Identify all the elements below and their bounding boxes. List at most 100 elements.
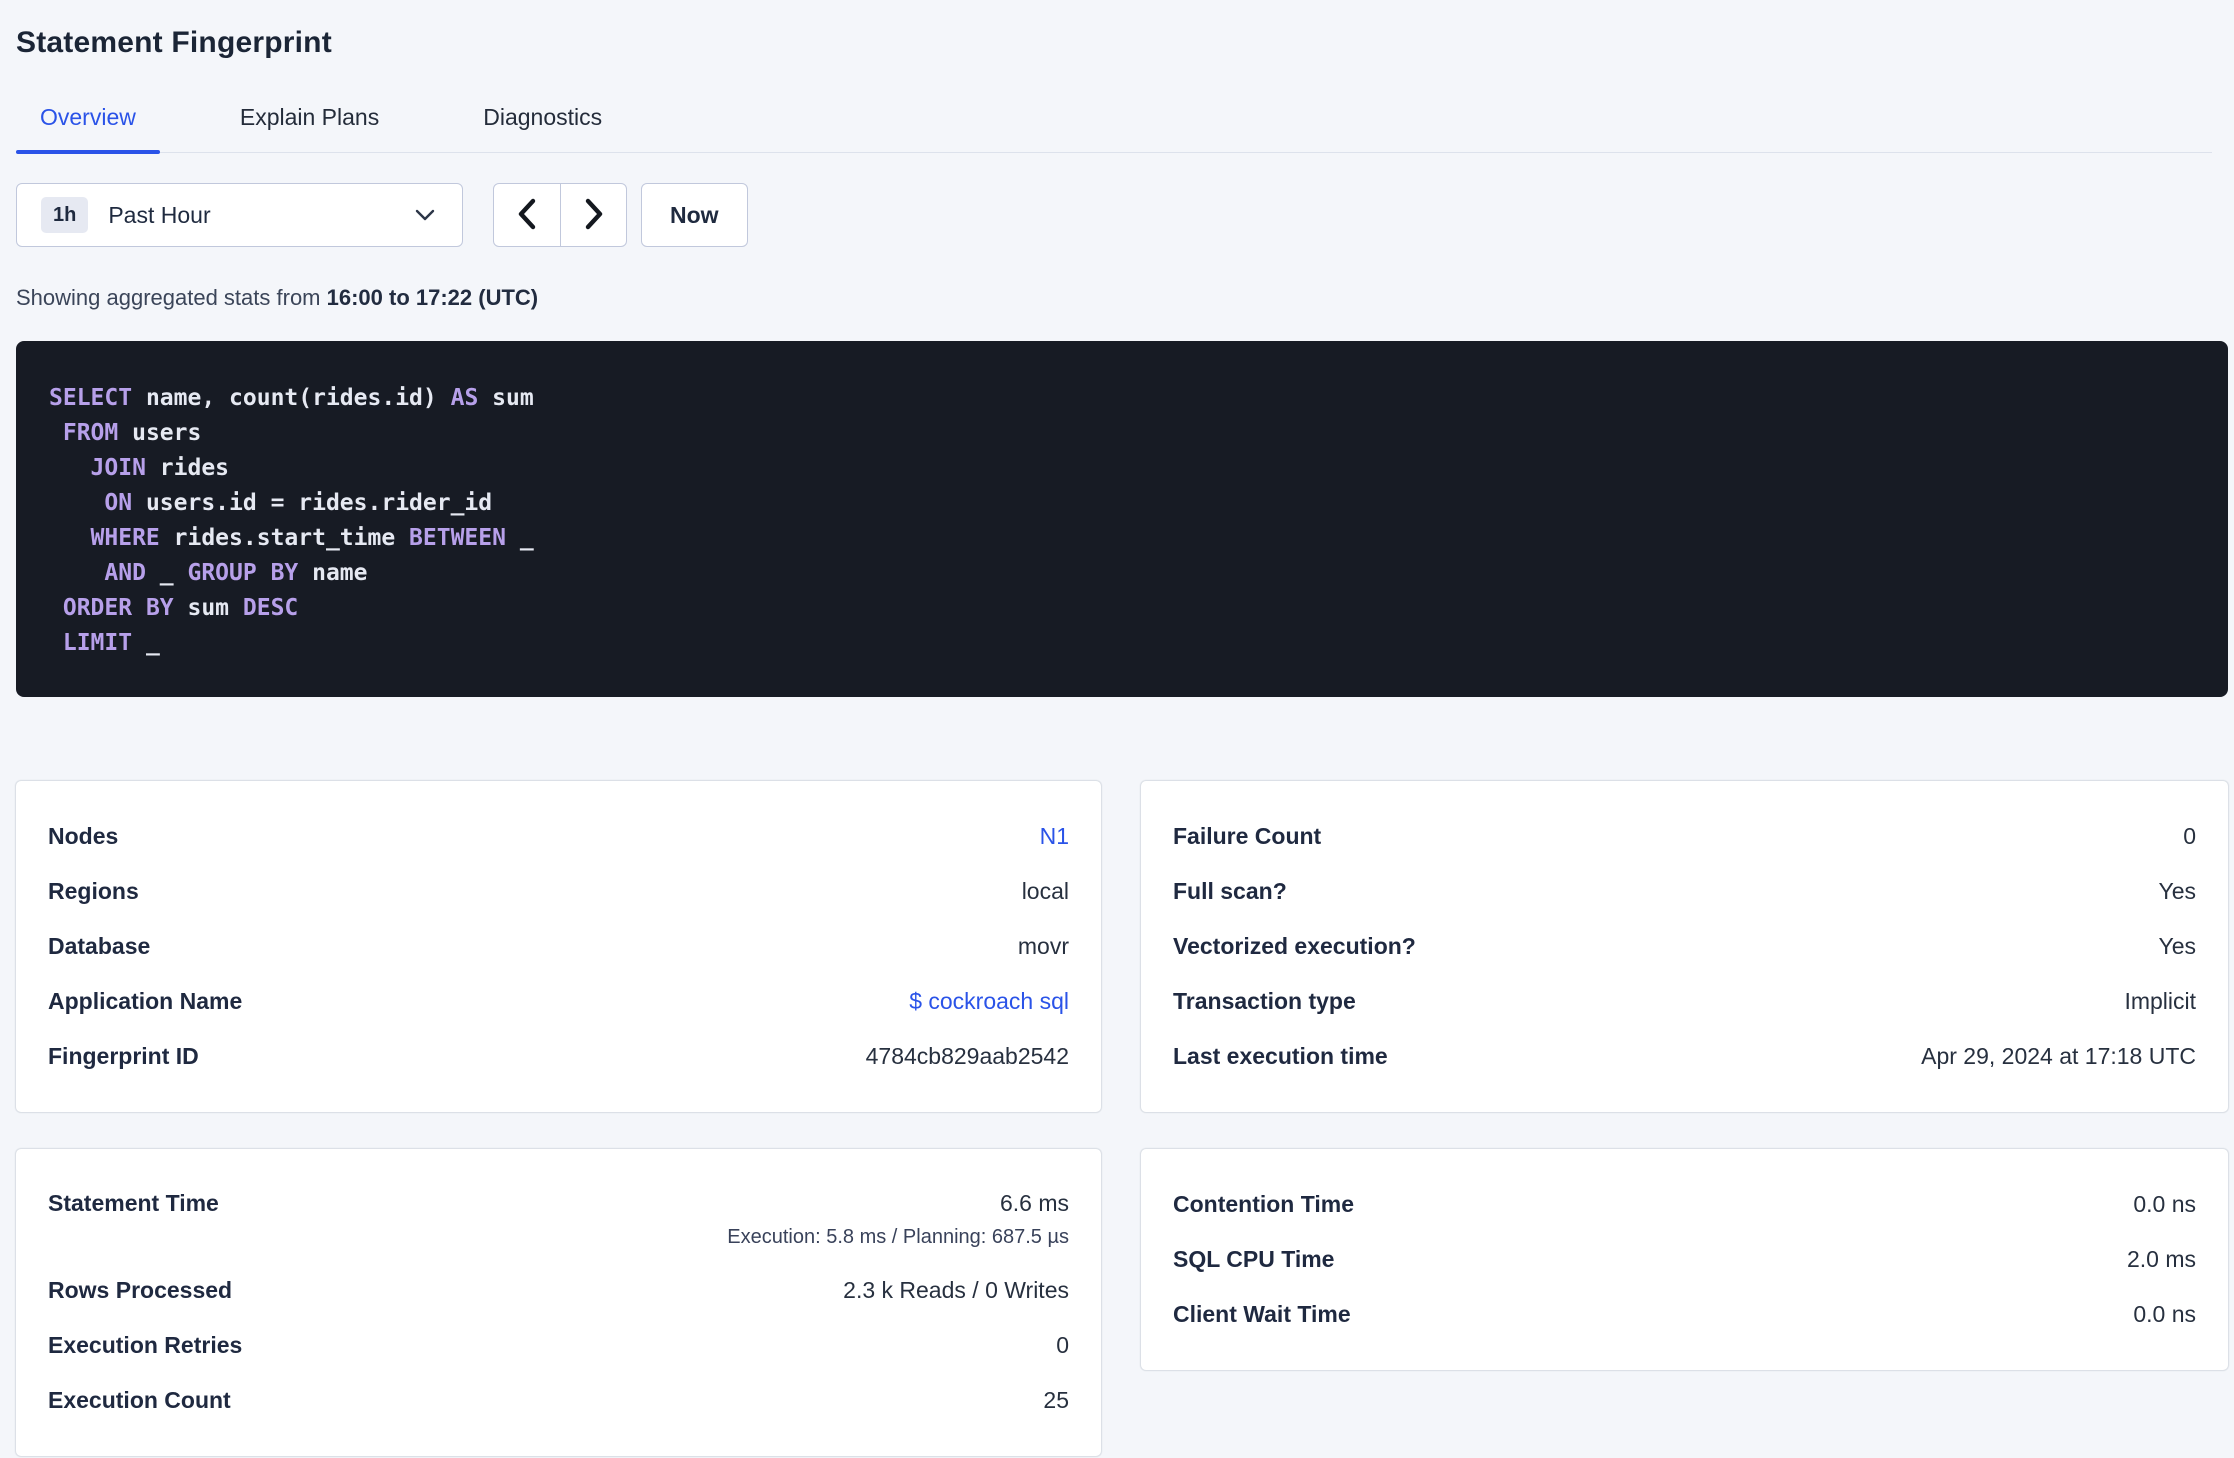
- aggregated-stats-line: Showing aggregated stats from 16:00 to 1…: [16, 285, 2212, 311]
- sql-statement-code: SELECT name, count(rides.id) AS sum FROM…: [49, 381, 2194, 661]
- info-value: Yes: [2158, 878, 2196, 904]
- info-value: 0.0 ns: [2133, 1301, 2196, 1327]
- summary-cards-row: Nodes N1 Regions local Database movr Applicati…: [16, 781, 2228, 1112]
- info-label: Full scan?: [1173, 878, 1287, 904]
- tab-bar: Overview Explain Plans Diagnostics: [16, 104, 2212, 154]
- sql-code-line: ON users.id = rides.rider_id: [104, 490, 493, 516]
- time-range-label: Past Hour: [108, 201, 211, 228]
- info-label: Last execution time: [1173, 1043, 1388, 1069]
- info-value-wrap: Yes: [2158, 933, 2196, 960]
- stats-line-prefix: Showing aggregated stats from: [16, 285, 327, 310]
- info-subvalue: Execution: 5.8 ms / Planning: 687.5 µs: [727, 1226, 1069, 1248]
- sql-code-line: AND _ GROUP BY name: [104, 560, 368, 586]
- tab-diagnostics[interactable]: Diagnostics: [459, 104, 626, 152]
- tab-explain-plans[interactable]: Explain Plans: [216, 104, 403, 152]
- info-value: 4784cb829aab2542: [865, 1043, 1069, 1069]
- wait-timing-card: Contention Time 0.0 ns SQL CPU Time 2.0 ms C…: [1141, 1149, 2228, 1370]
- time-range-stepper: [493, 183, 627, 247]
- info-label: SQL CPU Time: [1173, 1246, 1335, 1272]
- info-value-wrap: 0.0 ns: [2133, 1301, 2196, 1328]
- info-value: movr: [1017, 933, 1069, 959]
- info-label: Vectorized execution?: [1173, 933, 1416, 959]
- stats-line-range: 16:00 to 17:22 (UTC): [326, 285, 539, 310]
- info-value: 25: [1043, 1387, 1069, 1413]
- timing-cards-row: Statement Time 6.6 ms Execution: 5.8 ms / …: [16, 1149, 2228, 1456]
- time-range-badge: 1h: [41, 197, 89, 233]
- info-value: 0: [2183, 823, 2196, 849]
- tab-diagnostics-label: Diagnostics: [483, 104, 603, 130]
- statement-fingerprint-page: Statement Fingerprint Overview Explain P…: [0, 0, 2228, 1456]
- info-row: Statement Time 6.6 ms Execution: 5.8 ms / …: [48, 1177, 1069, 1263]
- info-value-wrap: movr: [1018, 933, 1069, 960]
- statement-details-card: Nodes N1 Regions local Database movr Applicati…: [16, 781, 1101, 1112]
- info-value-wrap: 0.0 ns: [2133, 1191, 2196, 1218]
- info-row: Execution Retries 0: [48, 1318, 1069, 1373]
- info-row: Regions local: [48, 864, 1069, 919]
- info-value-wrap: Implicit: [2124, 988, 2196, 1015]
- info-label: Regions: [48, 878, 139, 904]
- execution-attributes-card: Failure Count 0 Full scan? Yes Vectorized ex…: [1141, 781, 2228, 1112]
- info-value: Apr 29, 2024 at 17:18 UTC: [1921, 1043, 2196, 1069]
- info-value-wrap: 2.3 k Reads / 0 Writes: [843, 1277, 1069, 1304]
- previous-range-button[interactable]: [494, 184, 560, 246]
- info-label: Database: [48, 933, 151, 959]
- info-label: Application Name: [48, 988, 243, 1014]
- sql-code-line: SELECT name, count(rides.id) AS sum: [49, 385, 534, 411]
- info-label: Contention Time: [1173, 1191, 1355, 1217]
- sql-code-line: FROM users: [62, 420, 202, 446]
- info-label: Failure Count: [1173, 823, 1322, 849]
- info-row: Nodes N1: [48, 809, 1069, 864]
- info-row: Failure Count 0: [1173, 809, 2196, 864]
- tab-overview[interactable]: Overview: [16, 104, 160, 154]
- sql-code-line: JOIN rides: [90, 455, 230, 481]
- info-value-wrap: 6.6 ms Execution: 5.8 ms / Planning: 687.…: [727, 1190, 1069, 1249]
- info-row: Execution Count 25: [48, 1373, 1069, 1428]
- info-value: 6.6 ms: [999, 1190, 1069, 1216]
- info-value-wrap: Apr 29, 2024 at 17:18 UTC: [1921, 1043, 2196, 1070]
- info-value-wrap: 0: [2183, 823, 2196, 850]
- info-value: 2.0 ms: [2126, 1246, 2196, 1272]
- info-row: Vectorized execution? Yes: [1173, 919, 2196, 974]
- sql-code-line: WHERE rides.start_time BETWEEN _: [90, 525, 534, 551]
- info-row: Contention Time 0.0 ns: [1173, 1177, 2196, 1232]
- info-value: local: [1021, 878, 1069, 904]
- info-label: Transaction type: [1173, 988, 1356, 1014]
- info-row: Application Name $ cockroach sql: [48, 974, 1069, 1029]
- now-button[interactable]: Now: [641, 183, 748, 247]
- sql-code-line: ORDER BY sum DESC: [62, 595, 299, 621]
- info-row: Transaction type Implicit: [1173, 974, 2196, 1029]
- info-value-link[interactable]: $ cockroach sql: [909, 988, 1069, 1015]
- info-row: Database movr: [48, 919, 1069, 974]
- time-range-dropdown[interactable]: 1h Past Hour: [16, 183, 463, 247]
- info-label: Client Wait Time: [1173, 1301, 1351, 1327]
- page-title: Statement Fingerprint: [16, 26, 332, 59]
- info-label: Execution Count: [48, 1387, 231, 1413]
- info-value: Implicit: [2124, 988, 2196, 1014]
- info-value: 0.0 ns: [2133, 1191, 2196, 1217]
- info-value-wrap: 4784cb829aab2542: [866, 1043, 1069, 1070]
- info-label: Nodes: [48, 823, 119, 849]
- chevron-left-icon: [515, 197, 539, 234]
- info-value-wrap: 2.0 ms: [2127, 1246, 2196, 1273]
- info-value-wrap: 25: [1043, 1387, 1069, 1414]
- info-row: Fingerprint ID 4784cb829aab2542: [48, 1029, 1069, 1084]
- info-value-wrap: local: [1022, 878, 1069, 905]
- tab-overview-label: Overview: [40, 104, 136, 130]
- info-label: Statement Time: [48, 1190, 219, 1216]
- statement-timing-card: Statement Time 6.6 ms Execution: 5.8 ms / …: [16, 1149, 1101, 1456]
- info-value-link[interactable]: N1: [1040, 823, 1069, 850]
- info-value-wrap: $ cockroach sql: [909, 988, 1069, 1015]
- info-row: Full scan? Yes: [1173, 864, 2196, 919]
- next-range-button[interactable]: [560, 184, 626, 246]
- info-row: Rows Processed 2.3 k Reads / 0 Writes: [48, 1263, 1069, 1318]
- info-value: 0: [1056, 1332, 1069, 1358]
- tab-explain-plans-label: Explain Plans: [239, 104, 380, 130]
- info-row: Client Wait Time 0.0 ns: [1173, 1287, 2196, 1342]
- info-label: Fingerprint ID: [48, 1043, 199, 1069]
- info-row: SQL CPU Time 2.0 ms: [1173, 1232, 2196, 1287]
- time-controls: 1h Past Hour Now: [16, 183, 2212, 247]
- chevron-down-icon: [414, 208, 436, 222]
- sql-statement-box: SELECT name, count(rides.id) AS sum FROM…: [16, 341, 2228, 697]
- info-label: Execution Retries: [48, 1332, 243, 1358]
- info-value-wrap: Yes: [2158, 878, 2196, 905]
